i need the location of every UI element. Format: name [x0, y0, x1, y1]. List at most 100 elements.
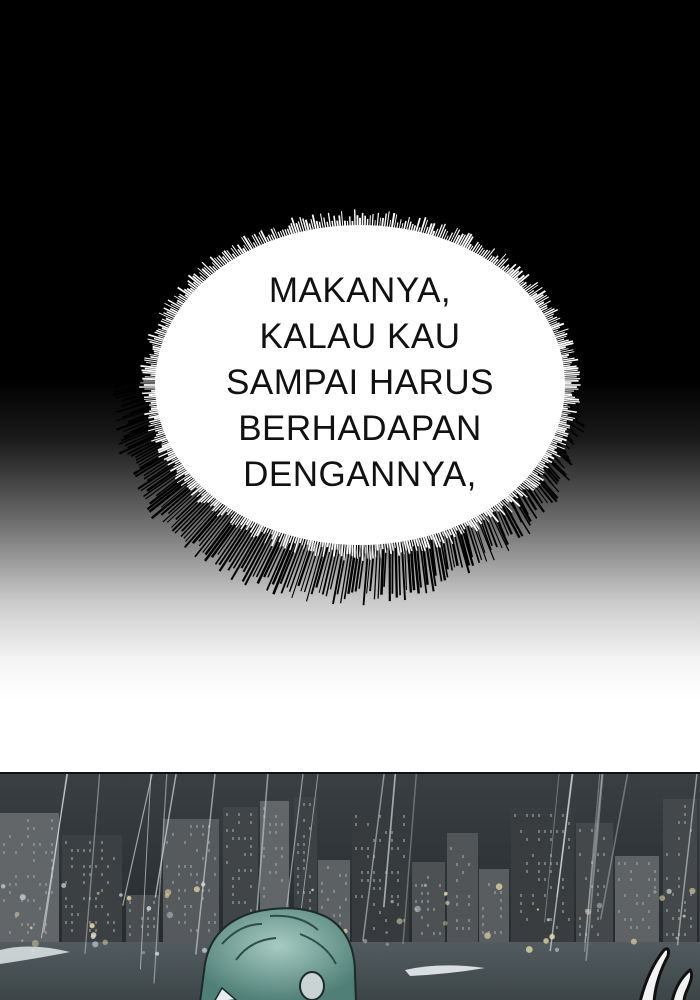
building-window — [297, 851, 299, 854]
building-window — [439, 884, 441, 887]
city-light — [90, 934, 96, 939]
building-window — [421, 892, 423, 895]
building-window — [415, 900, 417, 903]
building-window — [269, 823, 271, 826]
building — [0, 813, 59, 942]
building-window — [361, 871, 363, 874]
building-window — [51, 827, 53, 830]
building-window — [250, 837, 252, 840]
building-window — [250, 813, 252, 816]
building-window — [684, 805, 686, 808]
building-window — [367, 879, 369, 882]
building-window — [397, 879, 399, 882]
building-window — [597, 869, 599, 872]
building-window — [166, 905, 168, 908]
building-window — [562, 910, 564, 913]
building-window — [642, 902, 644, 905]
building-window — [630, 878, 632, 881]
building-window — [500, 899, 502, 902]
city-light — [445, 900, 450, 906]
building-window — [208, 929, 210, 932]
city-scene-illustration — [0, 774, 700, 1000]
building-window — [303, 867, 305, 870]
building-window — [654, 870, 656, 873]
building-window — [456, 919, 458, 922]
building-window — [678, 821, 680, 824]
building-window — [468, 903, 470, 906]
building-window — [391, 839, 393, 842]
building-window — [630, 870, 632, 873]
building-window — [462, 871, 464, 874]
building-window — [71, 921, 73, 924]
building-window — [178, 889, 180, 892]
building-window — [345, 882, 347, 885]
building-window — [355, 823, 357, 826]
building-window — [678, 909, 680, 912]
building-window — [208, 889, 210, 892]
building-window — [550, 838, 552, 841]
building-window — [147, 933, 149, 936]
building-window — [597, 885, 599, 888]
city-light — [390, 899, 394, 904]
building-window — [27, 923, 29, 926]
building-window — [27, 835, 29, 838]
building-window — [226, 829, 228, 832]
building-window — [238, 869, 240, 872]
building-window — [678, 877, 680, 880]
building-window — [263, 847, 265, 850]
building-window — [45, 891, 47, 894]
building-window — [196, 825, 198, 828]
building-window — [327, 866, 329, 869]
building-window — [648, 926, 650, 929]
building-window — [214, 873, 216, 876]
building-window — [339, 914, 341, 917]
building-window — [178, 897, 180, 900]
building-window — [15, 851, 17, 854]
building-window — [113, 857, 115, 860]
building-window — [678, 837, 680, 840]
building-window — [196, 881, 198, 884]
building-window — [526, 918, 528, 921]
building-window — [83, 865, 85, 868]
building-window — [630, 926, 632, 929]
building-window — [520, 830, 522, 833]
building-window — [550, 918, 552, 921]
building-window — [556, 926, 558, 929]
building-window — [214, 913, 216, 916]
city-light — [682, 914, 686, 918]
building-window — [238, 901, 240, 904]
building-window — [309, 875, 311, 878]
building-window — [238, 821, 240, 824]
building-window — [636, 862, 638, 865]
building-window — [568, 822, 570, 825]
building-window — [520, 910, 522, 913]
building-window — [51, 819, 53, 822]
building-window — [303, 803, 305, 806]
building-window — [591, 925, 593, 928]
building-window — [333, 890, 335, 893]
building-window — [568, 838, 570, 841]
building-window — [666, 933, 668, 936]
building-window — [532, 814, 534, 817]
building-window — [421, 916, 423, 919]
building-window — [232, 837, 234, 840]
building-window — [232, 829, 234, 832]
building-window — [89, 865, 91, 868]
building-window — [147, 917, 149, 920]
building-window — [275, 871, 277, 874]
building-window — [367, 855, 369, 858]
building-window — [232, 893, 234, 896]
building-window — [71, 905, 73, 908]
city-light — [543, 938, 549, 944]
building-window — [95, 921, 97, 924]
building-window — [269, 831, 271, 834]
building-window — [654, 878, 656, 881]
city-light — [495, 883, 503, 890]
building-window — [101, 857, 103, 860]
building-window — [65, 881, 67, 884]
building-window — [520, 902, 522, 905]
building-window — [385, 919, 387, 922]
building-window — [482, 907, 484, 910]
building-window — [190, 865, 192, 868]
building-window — [238, 877, 240, 880]
